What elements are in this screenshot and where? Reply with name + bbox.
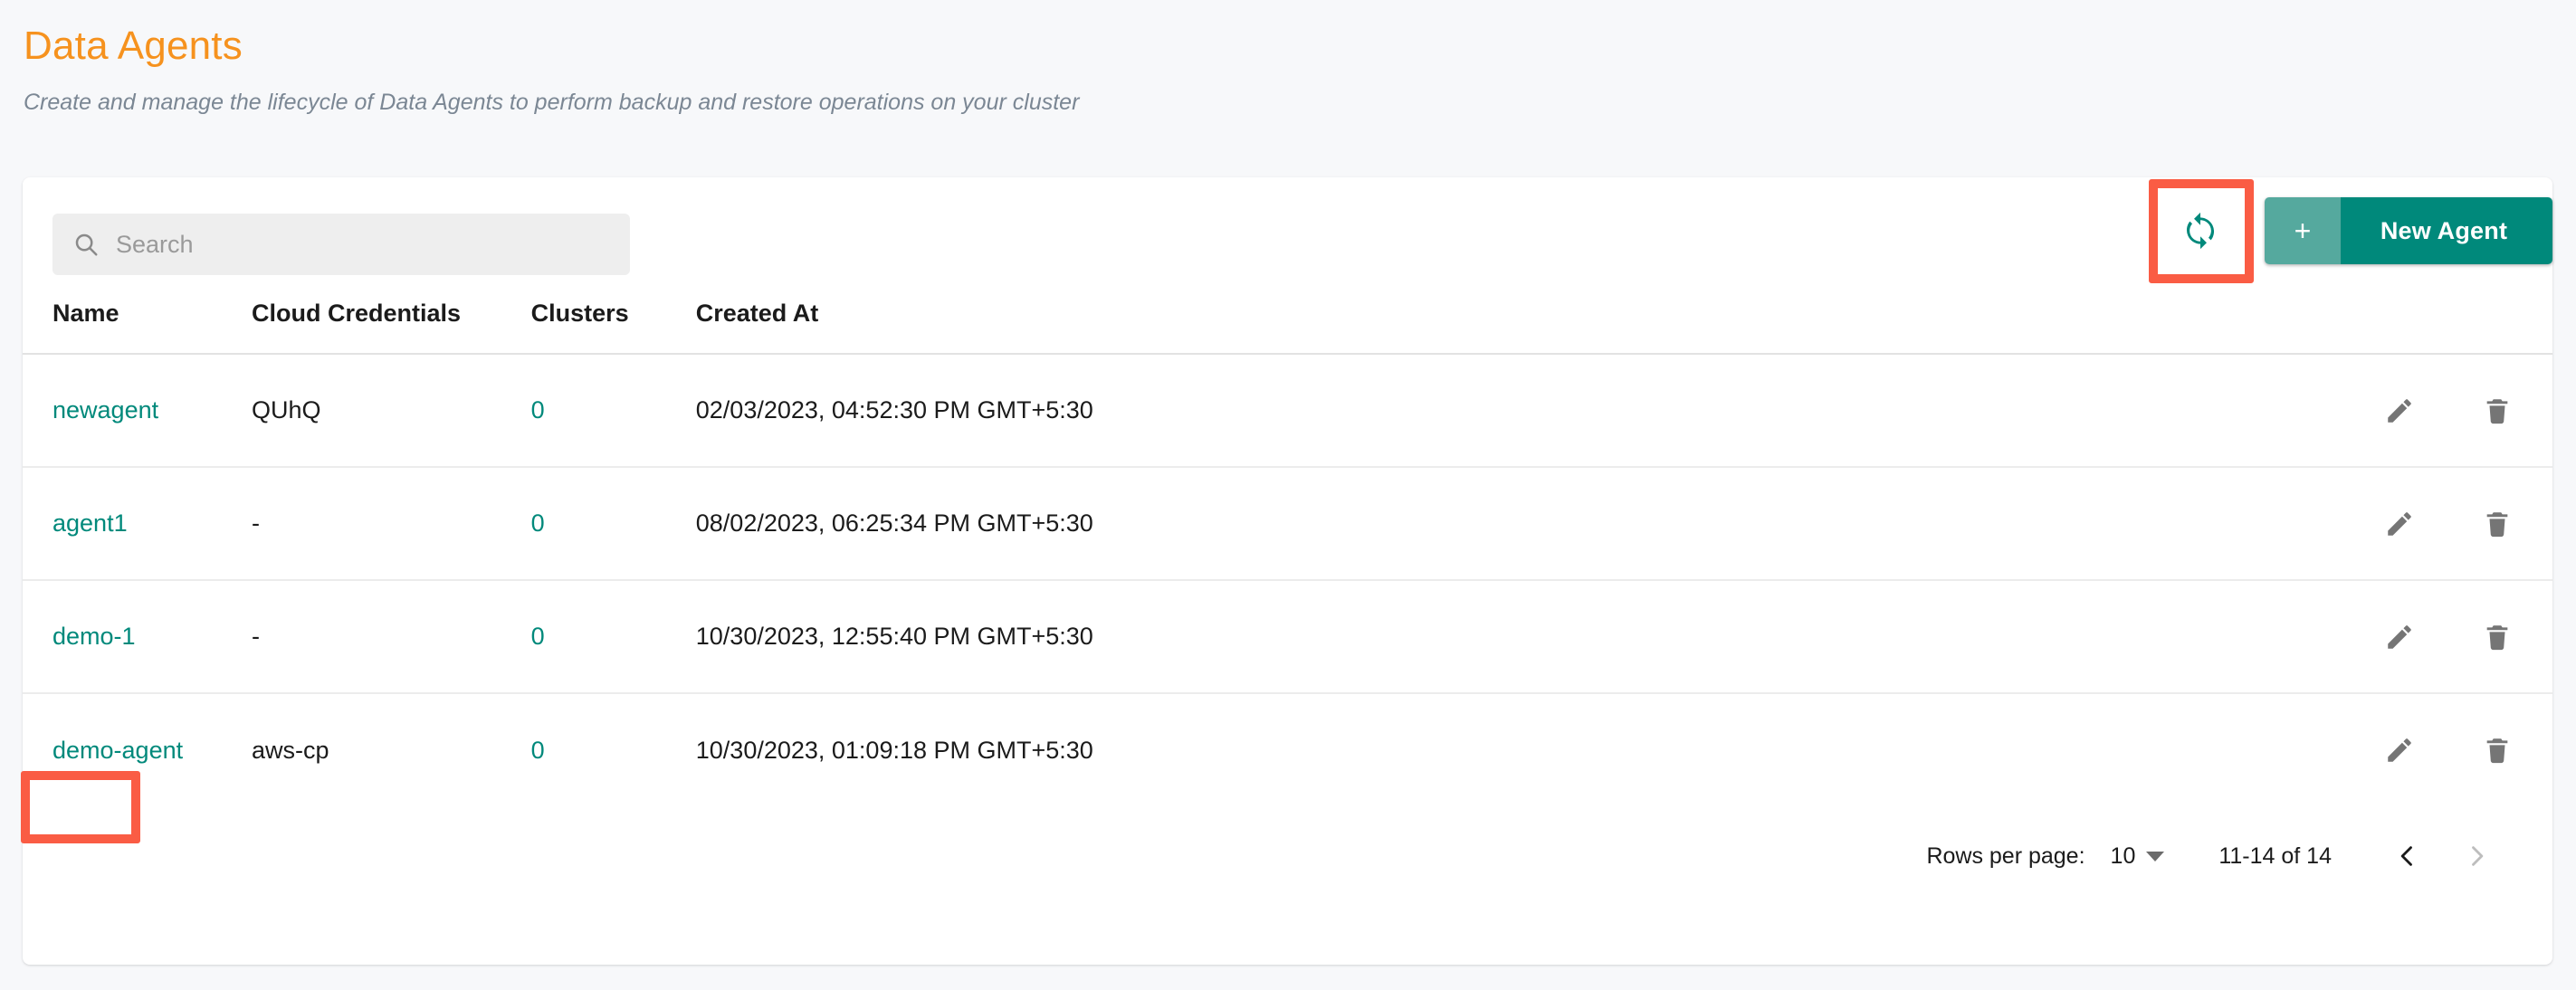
edit-agent-button[interactable] (2374, 612, 2425, 662)
cell-actions (1804, 693, 2552, 806)
column-header-actions (1804, 300, 2552, 355)
cell-clusters: 0 (530, 354, 696, 468)
cell-credentials: QUhQ (251, 354, 531, 468)
column-header-name: Name (23, 300, 252, 355)
search-icon (72, 231, 100, 258)
table-row: newagent QUhQ 0 02/03/2023, 04:52:30 PM … (23, 354, 2552, 468)
table-row: demo-1 - 0 10/30/2023, 12:55:40 PM GMT+5… (23, 580, 2552, 694)
cell-actions (1804, 580, 2552, 694)
page-title: Data Agents (24, 24, 243, 68)
new-agent-button-label: New Agent (2341, 197, 2552, 264)
delete-agent-button[interactable] (2472, 612, 2523, 662)
chevron-right-icon (2464, 843, 2489, 869)
clusters-count-link[interactable]: 0 (531, 509, 545, 537)
plus-icon: + (2265, 197, 2341, 264)
page-subtitle: Create and manage the lifecycle of Data … (24, 89, 1080, 115)
trash-icon (2482, 622, 2513, 652)
column-header-created-at: Created At (695, 300, 1805, 355)
cell-created-at: 10/30/2023, 01:09:18 PM GMT+5:30 (695, 736, 1093, 764)
pencil-icon (2384, 735, 2415, 766)
trash-icon (2482, 395, 2513, 426)
chevron-down-icon (2146, 851, 2165, 861)
previous-page-button[interactable] (2373, 822, 2442, 890)
table-row: agent1 - 0 08/02/2023, 06:25:34 PM GMT+5… (23, 467, 2552, 581)
table-header-row: Name Cloud Credentials Clusters Created … (23, 300, 2552, 355)
clusters-count-link[interactable]: 0 (531, 623, 545, 650)
pencil-icon (2384, 395, 2415, 426)
clusters-count-link[interactable]: 0 (531, 737, 545, 764)
cell-credentials: - (251, 580, 531, 694)
table-body: newagent QUhQ 0 02/03/2023, 04:52:30 PM … (23, 354, 2552, 806)
delete-agent-button[interactable] (2472, 725, 2523, 776)
cell-created-at: 02/03/2023, 04:52:30 PM GMT+5:30 (695, 354, 1805, 468)
refresh-icon (2180, 211, 2220, 251)
rows-per-page-label: Rows per page: (1926, 842, 2085, 869)
agent-name-link[interactable]: newagent (52, 396, 158, 424)
table-head: Name Cloud Credentials Clusters Created … (23, 300, 2552, 355)
next-page-button[interactable] (2442, 822, 2511, 890)
column-header-credentials: Cloud Credentials (251, 300, 531, 355)
edit-agent-button[interactable] (2374, 725, 2425, 776)
trash-icon (2482, 735, 2513, 766)
cell-credentials: aws-cp (251, 736, 329, 764)
column-header-clusters: Clusters (530, 300, 696, 355)
pagination-range-label: 11-14 of 14 (2218, 842, 2332, 869)
cell-clusters: 0 (530, 467, 696, 581)
pencil-icon (2384, 622, 2415, 652)
pencil-icon (2384, 509, 2415, 539)
cell-name: demo-1 (23, 580, 252, 694)
new-agent-button[interactable]: + New Agent (2265, 197, 2552, 264)
edit-agent-button[interactable] (2374, 386, 2425, 436)
cell-actions (1804, 467, 2552, 581)
table-row: demo-agent aws-cp 0 10/30/2023, 01:09:18… (23, 693, 2552, 806)
cell-name: agent1 (23, 467, 252, 581)
cell-created-at: 10/30/2023, 12:55:40 PM GMT+5:30 (695, 580, 1805, 694)
cell-clusters: 0 (531, 693, 696, 806)
cell-credentials: - (251, 467, 531, 581)
cell-actions (1804, 354, 2552, 468)
search-box[interactable] (52, 214, 630, 275)
search-input[interactable] (116, 230, 610, 259)
trash-icon (2482, 509, 2513, 539)
clusters-count-link[interactable]: 0 (531, 396, 545, 424)
rows-per-page-select[interactable]: 10 (2111, 843, 2165, 870)
cell-name: demo-agent (23, 693, 252, 806)
delete-agent-button[interactable] (2472, 386, 2523, 436)
agent-name-link[interactable]: demo-1 (52, 623, 136, 650)
page-header: Data Agents Create and manage the lifecy… (0, 0, 2576, 116)
agents-table: Name Cloud Credentials Clusters Created … (23, 300, 2552, 806)
cell-created-at: 08/02/2023, 06:25:34 PM GMT+5:30 (695, 467, 1805, 581)
chevron-left-icon (2395, 843, 2420, 869)
agents-card: Name Cloud Credentials Clusters Created … (23, 177, 2552, 965)
pagination-bar: Rows per page: 10 11-14 of 14 (23, 806, 2552, 906)
delete-agent-button[interactable] (2472, 499, 2523, 549)
data-agents-page: Data Agents Create and manage the lifecy… (0, 0, 2576, 990)
cell-name: newagent (23, 354, 252, 468)
agent-name-link[interactable]: agent1 (52, 509, 128, 537)
refresh-button[interactable] (2160, 190, 2241, 271)
edit-agent-button[interactable] (2374, 499, 2425, 549)
rows-per-page-value: 10 (2110, 842, 2136, 869)
agent-name-link[interactable]: demo-agent (52, 737, 183, 764)
cell-clusters: 0 (530, 580, 696, 694)
